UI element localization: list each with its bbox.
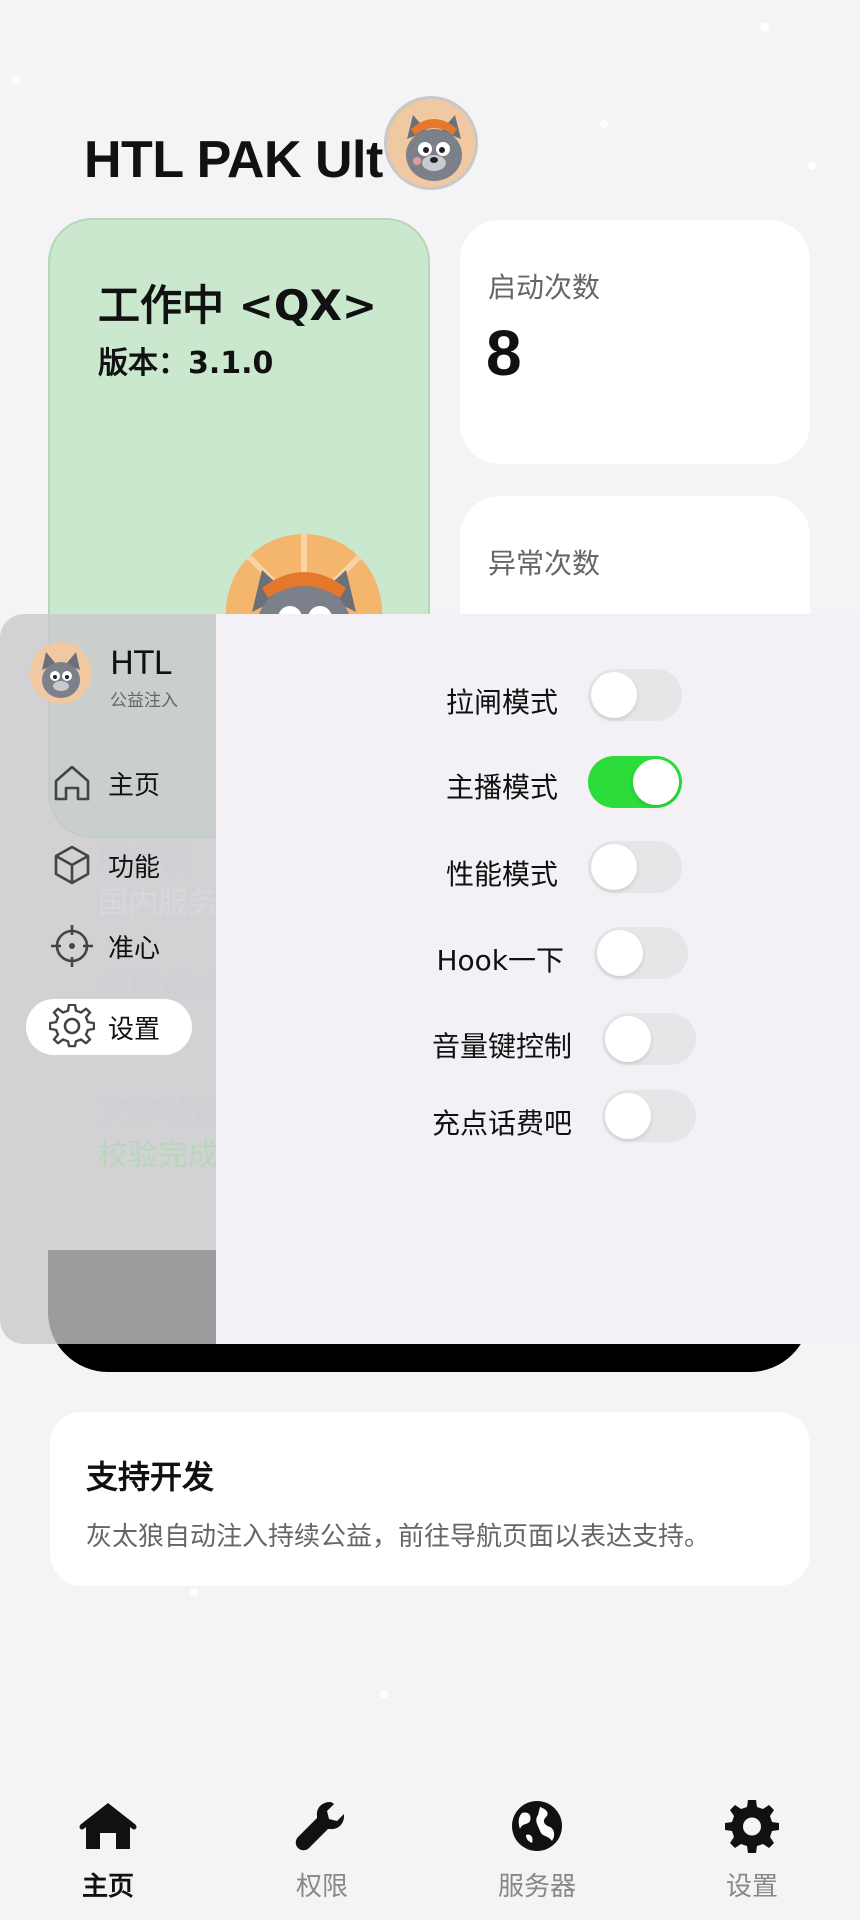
drawer-nav-label: 设置	[108, 1014, 161, 1045]
snow-particle	[190, 1588, 198, 1596]
setting-row-brake-mode: 拉闸模式	[446, 673, 558, 729]
volume-key-toggle[interactable]	[602, 1013, 696, 1065]
gear-outline-icon	[48, 1003, 96, 1051]
tab-permissions[interactable]: 权限	[252, 1798, 392, 1903]
header-avatar[interactable]	[384, 96, 478, 190]
app-title: HTL PAK Ult	[84, 131, 383, 189]
streamer-mode-toggle[interactable]	[588, 756, 682, 808]
tab-label: 权限	[295, 1872, 348, 1902]
setting-row-hook: Hook一下	[436, 931, 564, 987]
drawer-nav-label: 功能	[108, 852, 161, 883]
setting-row-volume-key: 音量键控制	[432, 1017, 572, 1073]
launch-count-card: 启动次数 8	[460, 220, 810, 464]
setting-label: 拉闸模式	[445, 686, 558, 719]
snow-particle	[760, 22, 770, 32]
snow-particle	[600, 120, 608, 128]
tab-server[interactable]: 服务器	[467, 1798, 607, 1903]
bottom-tab-bar: 主页 权限 服务器 设置	[0, 1780, 860, 1920]
hook-toggle[interactable]	[594, 927, 688, 979]
drawer-nav-label: 准心	[108, 933, 161, 964]
setting-label: 主播模式	[445, 771, 558, 804]
globe-icon	[507, 1798, 567, 1854]
gear-icon	[722, 1798, 782, 1854]
setting-label: Hook一下	[436, 944, 564, 977]
setting-label: 性能模式	[445, 858, 558, 891]
tab-label: 设置	[725, 1872, 778, 1902]
cube-icon	[48, 841, 96, 889]
file-status-heading: 文件状态	[98, 1092, 227, 1130]
drawer-nav-label: 主页	[108, 770, 161, 801]
home-icon	[78, 1798, 138, 1854]
tab-label: 服务器	[497, 1872, 576, 1902]
tab-settings[interactable]: 设置	[682, 1798, 822, 1903]
snow-particle	[808, 162, 816, 170]
recharge-toggle[interactable]	[602, 1090, 696, 1142]
setting-label: 充点话费吧	[431, 1107, 572, 1140]
drawer-nav-features[interactable]: 功能	[26, 837, 192, 893]
drawer-profile-name: HTL	[110, 644, 172, 682]
snow-particle	[12, 76, 20, 84]
crosshair-icon	[48, 922, 96, 970]
drawer-profile-subtitle: 公益注入	[110, 691, 178, 711]
wrench-icon	[292, 1798, 352, 1854]
home-outline-icon	[48, 759, 96, 807]
setting-row-performance-mode: 性能模式	[446, 845, 558, 901]
tab-label: 主页	[81, 1872, 134, 1902]
tab-home[interactable]: 主页	[38, 1798, 178, 1903]
wolf-avatar-icon	[30, 642, 92, 704]
support-card[interactable]: 支持开发 灰太狼自动注入持续公益，前往导航页面以表达支持。	[50, 1412, 810, 1586]
launch-count-value: 8	[486, 317, 522, 389]
status-title: 工作中 <QX>	[98, 281, 378, 330]
setting-label: 音量键控制	[431, 1030, 572, 1063]
support-title: 支持开发	[86, 1458, 215, 1496]
drawer-nav-crosshair[interactable]: 准心	[26, 918, 192, 974]
setting-row-recharge: 充点话费吧	[432, 1094, 572, 1150]
version-text: 版本：3.1.0	[98, 346, 274, 381]
launch-count-label: 启动次数	[488, 271, 601, 304]
brake-mode-toggle[interactable]	[588, 669, 682, 721]
drawer-avatar	[30, 642, 92, 704]
drawer-nav-settings[interactable]: 设置	[26, 999, 192, 1055]
file-status-value: 校验完成	[98, 1138, 218, 1173]
setting-row-streamer-mode: 主播模式	[446, 758, 558, 814]
snow-particle	[380, 1690, 388, 1698]
performance-mode-toggle[interactable]	[588, 841, 682, 893]
error-count-label: 异常次数	[488, 547, 601, 580]
support-description: 灰太狼自动注入持续公益，前往导航页面以表达支持。	[86, 1522, 711, 1552]
drawer-nav-home[interactable]: 主页	[26, 755, 192, 811]
wolf-avatar-icon	[387, 99, 475, 187]
